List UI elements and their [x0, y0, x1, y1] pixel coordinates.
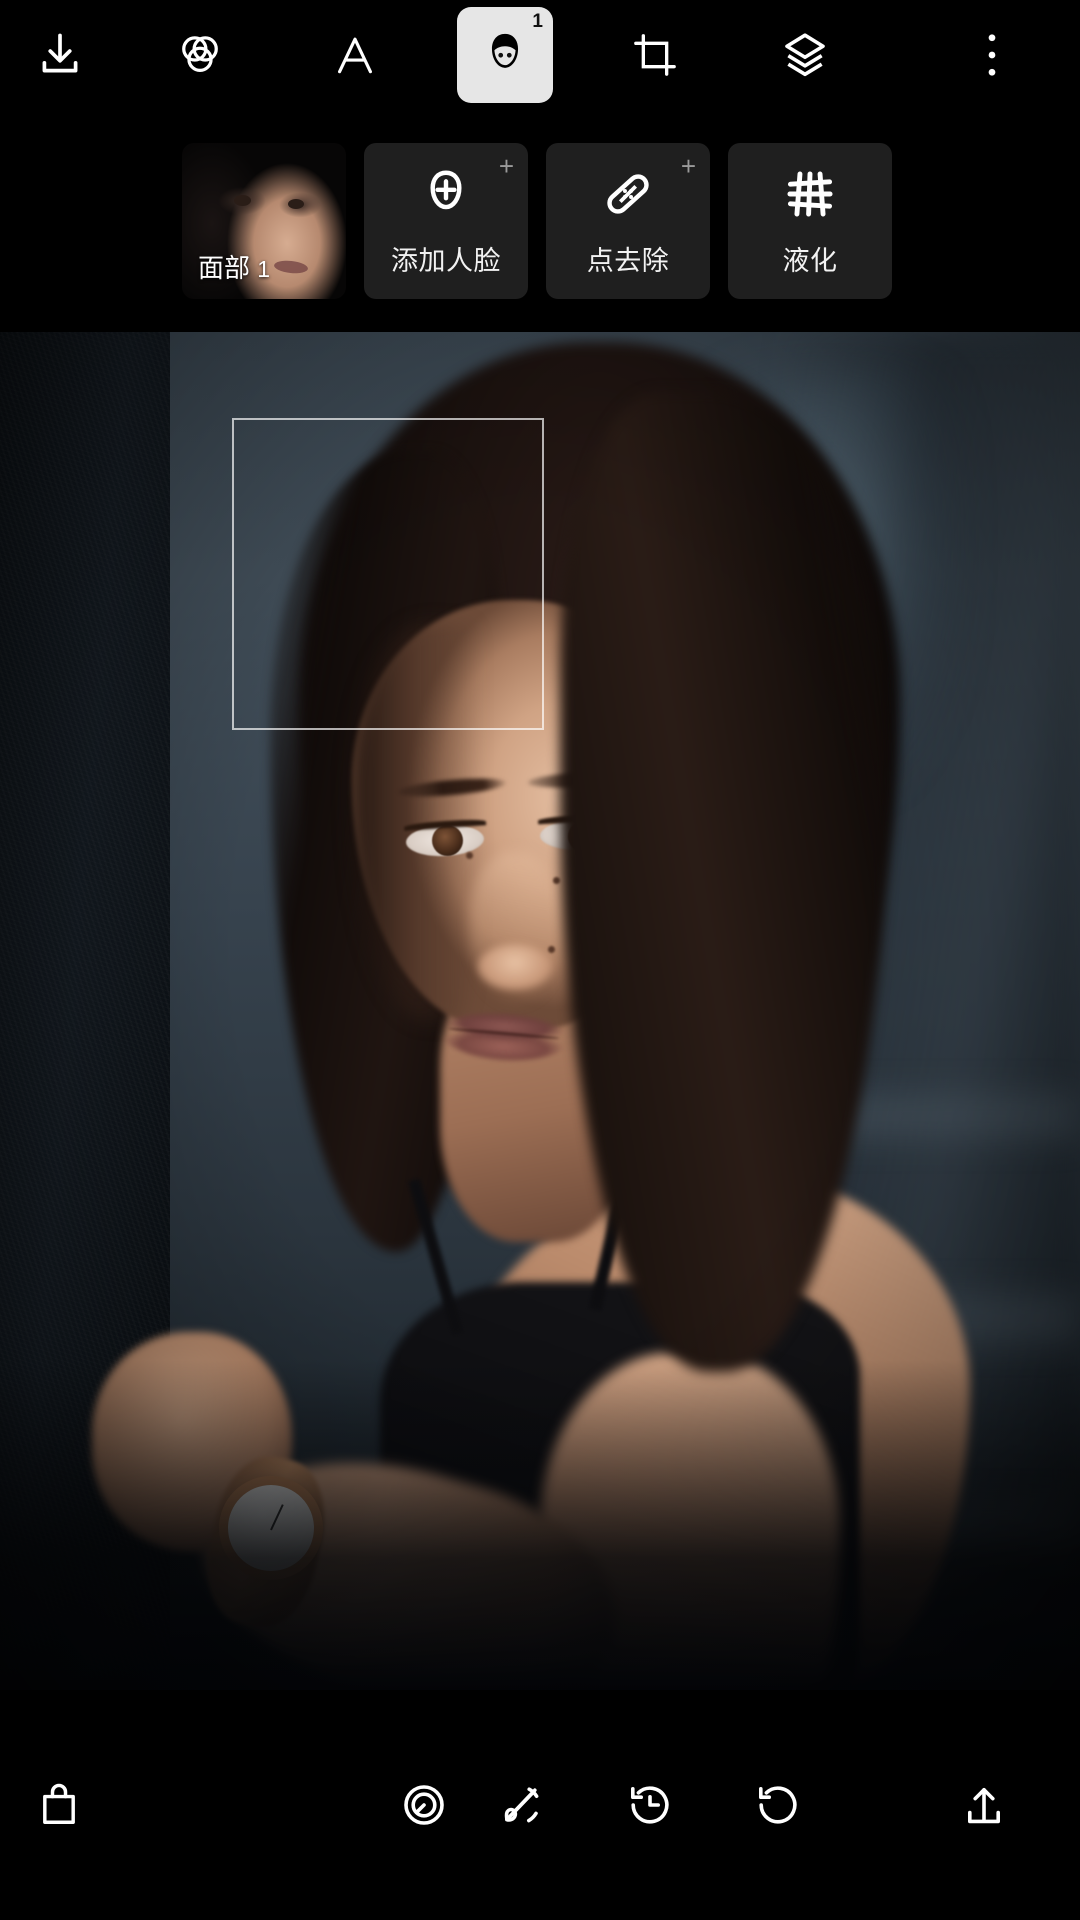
crop-icon: [623, 23, 687, 87]
brush-toggle-button[interactable]: [456, 1750, 586, 1860]
mole-3: [548, 946, 555, 953]
face-thumbnail-index: 1: [257, 256, 271, 282]
mole-1: [466, 852, 473, 859]
thumb-lips: [273, 259, 309, 275]
mesh-grid-icon: [782, 165, 838, 223]
face-tools-toolbar: 面部 1 + 添加人脸 + 点去除 液化: [0, 110, 1080, 332]
bandage-icon: [600, 165, 656, 223]
history-clock-icon: [618, 1773, 682, 1837]
history-button[interactable]: [586, 1750, 714, 1860]
layers-icon: [773, 23, 837, 87]
export-share-button[interactable]: [842, 1750, 1080, 1860]
liquify-label: 液化: [782, 245, 838, 276]
spot-removal-label: 点去除: [586, 245, 670, 276]
thumb-eye-right: [288, 199, 304, 209]
compare-original-button[interactable]: [118, 1750, 456, 1860]
kebab-menu-icon: [960, 23, 1024, 87]
store-button[interactable]: [0, 1750, 118, 1860]
face-thumbnail-label-text: 面部: [198, 253, 251, 283]
face-thumbnail-label: 面部 1: [182, 248, 270, 299]
face-detection-rectangle[interactable]: [232, 418, 544, 730]
add-face-card[interactable]: + 添加人脸: [364, 143, 528, 299]
spot-removal-plus-badge: +: [680, 151, 696, 181]
face-icon: [473, 23, 537, 87]
iris-left: [432, 825, 463, 856]
add-face-plus-badge: +: [498, 151, 514, 181]
thumb-eye-left: [234, 195, 251, 206]
add-face-icon: [418, 165, 474, 223]
photo-editing-canvas[interactable]: [0, 332, 1080, 1690]
shopping-bag-icon: [27, 1773, 91, 1837]
retouch-face-button[interactable]: 1: [430, 0, 580, 110]
retouch-face-selected-chip[interactable]: 1: [457, 7, 553, 103]
download-icon: [28, 23, 92, 87]
undo-arrow-icon: [746, 1773, 810, 1837]
more-options-button[interactable]: [880, 0, 1080, 110]
spot-removal-card[interactable]: + 点去除: [546, 143, 710, 299]
bottom-toolbar: [0, 1690, 1080, 1920]
save-download-button[interactable]: [0, 0, 120, 110]
nose-tip: [478, 944, 552, 990]
top-toolbar: 1: [0, 0, 1080, 110]
brush-slash-icon: [489, 1773, 553, 1837]
share-upload-icon: [952, 1773, 1016, 1837]
filters-button[interactable]: [120, 0, 280, 110]
face-tools-strip[interactable]: 面部 1 + 添加人脸 + 点去除 液化: [182, 143, 892, 299]
layers-button[interactable]: [730, 0, 880, 110]
add-face-label: 添加人脸: [391, 245, 501, 276]
liquify-card[interactable]: 液化: [728, 143, 892, 299]
target-spiral-icon: [392, 1773, 456, 1837]
color-circles-icon: [168, 23, 232, 87]
text-tool-button[interactable]: [280, 0, 430, 110]
text-a-icon: [323, 23, 387, 87]
face-thumbnail-card[interactable]: 面部 1: [182, 143, 346, 299]
face-count-badge: 1: [532, 11, 543, 32]
bottom-shadow-gradient: [0, 1360, 1080, 1690]
mole-2: [553, 877, 560, 884]
undo-button[interactable]: [714, 1750, 842, 1860]
crop-button[interactable]: [580, 0, 730, 110]
